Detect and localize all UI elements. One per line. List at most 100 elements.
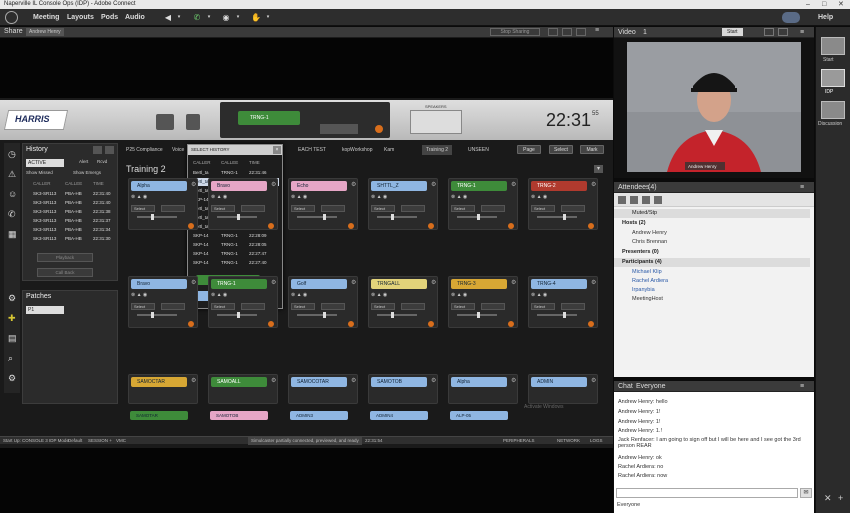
gear-icon[interactable]: ⚙: [351, 181, 357, 191]
volume-slider[interactable]: [377, 216, 417, 218]
channel-label[interactable]: SAMOCOTAR: [291, 377, 347, 387]
channel-tile[interactable]: Bravo ⚙ ⊗ ▲ ◉ Select: [128, 276, 198, 328]
layout-start-thumb[interactable]: [821, 37, 845, 55]
volume-button[interactable]: [241, 205, 265, 212]
mute-icon[interactable]: [188, 321, 194, 327]
history-row[interactable]: SK3-SR113 PBA-HB 22:31:40: [27, 190, 117, 197]
volume-slider[interactable]: [137, 314, 177, 316]
channel-label[interactable]: SHTTL_Z: [371, 181, 427, 191]
filter-icon[interactable]: [93, 146, 102, 154]
layout-idp-thumb[interactable]: [821, 69, 845, 87]
select-button[interactable]: Select: [131, 205, 155, 212]
participant-row[interactable]: Michael Klip: [614, 268, 810, 277]
history-option-a[interactable]: Alert: [79, 159, 88, 164]
mark-button[interactable]: Mark: [580, 145, 604, 154]
volume-button[interactable]: [401, 303, 425, 310]
menu-audio[interactable]: Audio: [125, 11, 145, 24]
volume-button[interactable]: [481, 303, 505, 310]
channel-tile[interactable]: SAMOCTAR ⚙: [128, 374, 198, 404]
collapse-icon[interactable]: ✕: [824, 493, 832, 504]
tab-each-test[interactable]: EACH TEST: [294, 145, 330, 155]
channel-tile[interactable]: TRNG-1 ⚙ ⊗ ▲ ◉ Select: [448, 178, 518, 230]
gear-icon[interactable]: ⚙: [351, 279, 357, 289]
gear-icon[interactable]: ⚙: [511, 377, 517, 387]
participants-header[interactable]: Participants (4): [614, 258, 810, 267]
gear-icon[interactable]: ⚙: [271, 279, 277, 289]
mute-icon[interactable]: [188, 223, 194, 229]
history-row[interactable]: SK3-SR113 PBA-HB 22:31:30: [27, 235, 117, 242]
volume-button[interactable]: [401, 205, 425, 212]
channel-label[interactable]: Echo: [291, 181, 347, 191]
channel-label[interactable]: ADMIN3: [290, 411, 348, 420]
gear-icon[interactable]: ⚙: [191, 279, 197, 289]
channel-tile[interactable]: SAMOALL ⚙: [208, 374, 278, 404]
history-row[interactable]: SKP-14 TRNG-1 22:28:09: [191, 232, 279, 240]
channel-label[interactable]: ADMIN: [531, 377, 587, 387]
history-option-b[interactable]: Rcvd: [97, 159, 107, 164]
volume-button[interactable]: [561, 205, 585, 212]
menu-pods[interactable]: Pods: [101, 11, 118, 24]
volume-slider[interactable]: [297, 314, 337, 316]
volume-slider[interactable]: [537, 216, 577, 218]
people-icon[interactable]: ☺: [8, 189, 17, 199]
chevron-down-icon[interactable]: ▾: [203, 12, 215, 23]
channel-label[interactable]: TRNG-4: [531, 279, 587, 289]
channel-label[interactable]: SAMOALL: [211, 377, 267, 387]
volume-button[interactable]: [561, 303, 585, 310]
channel-label[interactable]: TRNG-2: [531, 181, 587, 191]
chat-target[interactable]: Everyone: [617, 502, 640, 508]
mute-icon[interactable]: [588, 321, 594, 327]
mute-icon[interactable]: [375, 125, 383, 133]
history-row[interactable]: SK3-SR113 PBA-HB 22:31:38: [27, 208, 117, 215]
channel-tile[interactable]: TRNGALL ⚙ ⊗ ▲ ◉ Select: [368, 276, 438, 328]
mute-icon[interactable]: [508, 223, 514, 229]
close-icon[interactable]: ✕: [838, 0, 844, 9]
gear-icon[interactable]: ⚙: [351, 377, 357, 387]
select-button[interactable]: Select: [291, 205, 315, 212]
webcam-icon[interactable]: ◉: [220, 12, 232, 23]
channel-tile[interactable]: Alpha ⚙: [448, 374, 518, 404]
channel-tile[interactable]: TRNG-3 ⚙ ⊗ ▲ ◉ Select: [448, 276, 518, 328]
select-button[interactable]: Select: [531, 303, 555, 310]
history-row[interactable]: SKP-14 TRNG-1 22:28:05: [191, 241, 279, 249]
history-row[interactable]: Bertl_ta TRNG-1 22:31:46: [191, 169, 279, 177]
pod-menu-icon[interactable]: ≡: [800, 27, 804, 38]
volume-slider-knob[interactable]: [151, 214, 154, 220]
volume-slider-knob[interactable]: [151, 312, 154, 318]
channel-label[interactable]: Bravo: [131, 279, 187, 289]
channel-tile[interactable]: Bravo ⚙ ⊗ ▲ ◉ Select: [208, 178, 278, 230]
chevron-down-icon[interactable]: ▾: [173, 12, 185, 23]
volume-slider[interactable]: [137, 216, 177, 218]
tab-voice[interactable]: Voice: [168, 145, 188, 155]
channel-tile[interactable]: TRNG-4 ⚙ ⊗ ▲ ◉ Select: [528, 276, 598, 328]
fullscreen-icon[interactable]: [778, 28, 788, 36]
menu-help[interactable]: Help: [818, 11, 833, 24]
channel-label[interactable]: Alpha: [131, 181, 187, 191]
channel-label[interactable]: TRNG-1: [211, 279, 267, 289]
gear-icon[interactable]: ⚙: [8, 293, 16, 304]
gear-icon[interactable]: ⚙: [191, 377, 197, 387]
history-row[interactable]: SK3-SR113 PBA-HB 22:31:37: [27, 217, 117, 224]
raise-hand-icon[interactable]: ✋: [250, 12, 262, 23]
channel-tile[interactable]: SAMOCOTAR ⚙: [288, 374, 358, 404]
user-status-icon[interactable]: [782, 12, 800, 23]
gear-icon[interactable]: ⚙: [591, 181, 597, 191]
channel-label[interactable]: ADMIN4: [370, 411, 428, 420]
channel-tile[interactable]: SHTTL_Z ⚙ ⊗ ▲ ◉ Select: [368, 178, 438, 230]
breakout-icon[interactable]: [630, 196, 638, 204]
participant-row[interactable]: Rachel Ardiera: [614, 277, 810, 286]
select-button[interactable]: Select: [451, 303, 475, 310]
channel-label[interactable]: ALP-05: [450, 411, 508, 420]
keypad-icon[interactable]: ▦: [8, 229, 17, 240]
volume-button[interactable]: [321, 303, 345, 310]
volume-controls[interactable]: [320, 124, 358, 134]
clock-icon[interactable]: ◷: [8, 149, 16, 160]
mute-icon[interactable]: [268, 321, 274, 327]
volume-slider-knob[interactable]: [563, 312, 566, 318]
gear-icon[interactable]: ⚙: [431, 279, 437, 289]
show-missed-checkbox[interactable]: Show Missed: [26, 170, 53, 175]
volume-button[interactable]: [241, 303, 265, 310]
participant-row[interactable]: Irpanybia: [614, 286, 810, 295]
select-button[interactable]: Select: [371, 205, 395, 212]
channel-label[interactable]: SAMOTOB: [210, 411, 268, 420]
